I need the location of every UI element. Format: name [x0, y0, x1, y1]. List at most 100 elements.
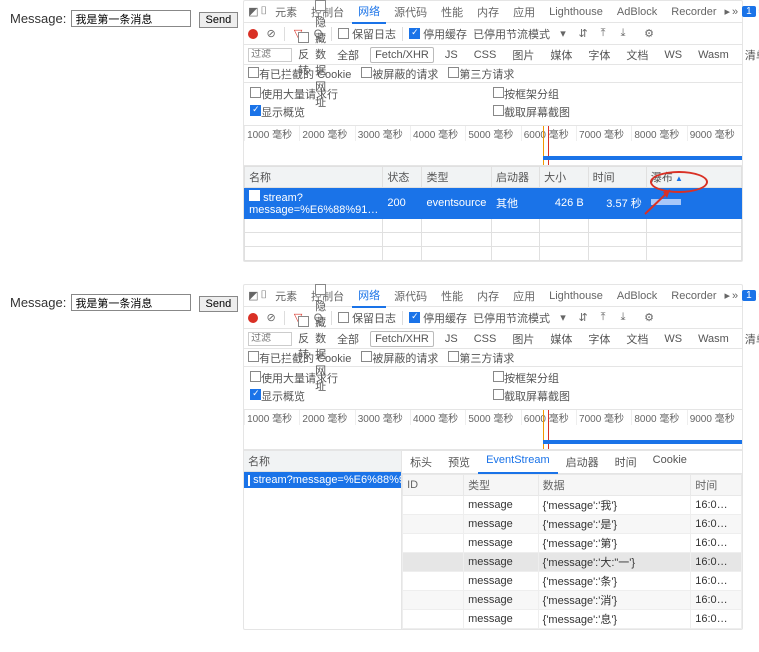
col-initiator[interactable]: 启动器 [492, 167, 540, 188]
filter-wasm[interactable]: Wasm [693, 47, 734, 63]
filter-input[interactable] [248, 332, 292, 346]
filter-doc[interactable]: 文档 [621, 45, 653, 65]
screenshots-checkbox[interactable]: 截取屏幕截图 [493, 104, 570, 120]
tab-recorder[interactable]: Recorder [665, 3, 722, 21]
issues-badge[interactable]: 1 [742, 6, 756, 17]
tab-sources[interactable]: 源代码 [388, 285, 433, 307]
filter-manifest[interactable]: 清单 [740, 329, 759, 349]
tab-lighthouse[interactable]: Lighthouse [543, 3, 609, 21]
blocked-requests-checkbox[interactable]: 被屏蔽的请求 [361, 66, 438, 82]
detail-tab-preview[interactable]: 预览 [440, 451, 478, 473]
send-button[interactable]: Send [199, 296, 239, 312]
message-input[interactable] [71, 294, 191, 311]
show-overview-checkbox[interactable]: 显示概览 [250, 104, 305, 120]
record-icon[interactable] [248, 29, 258, 39]
inspect-icon[interactable]: ◩ [248, 5, 258, 18]
tab-application[interactable]: 应用 [507, 1, 541, 23]
wifi-icon[interactable]: ⇵ [576, 311, 590, 324]
filter-font[interactable]: 字体 [583, 329, 615, 349]
filter-img[interactable]: 图片 [507, 329, 539, 349]
filter-media[interactable]: 媒体 [545, 329, 577, 349]
tab-lighthouse[interactable]: Lighthouse [543, 287, 609, 305]
tab-elements[interactable]: 元素 [269, 1, 303, 23]
clear-icon[interactable]: ⊘ [264, 27, 278, 40]
device-icon[interactable]: ⌷ [260, 5, 267, 18]
col-time[interactable]: 时间 [588, 167, 646, 188]
network-timeline[interactable]: 1000 毫秒 2000 毫秒 3000 毫秒 4000 毫秒 5000 毫秒 … [244, 410, 742, 450]
gear-icon[interactable]: ⚙ [642, 311, 656, 324]
tab-memory[interactable]: 内存 [471, 285, 505, 307]
tab-network[interactable]: 网络 [352, 284, 386, 308]
blocked-cookies-checkbox[interactable]: 有已拦截的 Cookie [248, 350, 351, 366]
download-icon[interactable]: ⤓ [616, 311, 630, 324]
col-size[interactable]: 大小 [540, 167, 589, 188]
filter-font[interactable]: 字体 [583, 45, 615, 65]
tab-memory[interactable]: 内存 [471, 1, 505, 23]
tab-performance[interactable]: 性能 [435, 285, 469, 307]
es-col-id[interactable]: ID [403, 475, 464, 496]
chevron-down-icon[interactable]: ▾ [556, 27, 570, 40]
col-type[interactable]: 类型 [422, 167, 492, 188]
group-by-frame-checkbox[interactable]: 按框架分组 [493, 86, 559, 102]
tab-console[interactable]: 控制台 [305, 285, 350, 307]
eventstream-row[interactable]: message{'message':'我'}16:0… [403, 496, 742, 515]
throttle-dropdown[interactable]: 已停用节流模式 [473, 26, 550, 42]
record-icon[interactable] [248, 313, 258, 323]
blocked-cookies-checkbox[interactable]: 有已拦截的 Cookie [248, 66, 351, 82]
filter-ws[interactable]: WS [659, 331, 687, 347]
filter-wasm[interactable]: Wasm [693, 331, 734, 347]
tab-adblock[interactable]: AdBlock [611, 3, 663, 21]
tab-recorder[interactable]: Recorder [665, 287, 722, 305]
col-name[interactable]: 名称 [244, 451, 401, 472]
col-name[interactable]: 名称 [245, 167, 383, 188]
more-tabs-icon[interactable]: ▸ [725, 289, 731, 302]
tab-console[interactable]: 控制台 [305, 1, 350, 23]
chevron-down-icon[interactable]: ▾ [556, 311, 570, 324]
filter-all[interactable]: 全部 [332, 329, 364, 349]
filter-all[interactable]: 全部 [332, 45, 364, 65]
eventstream-row[interactable]: message{'message':'息'}16:0… [403, 610, 742, 629]
tab-application[interactable]: 应用 [507, 285, 541, 307]
tab-performance[interactable]: 性能 [435, 1, 469, 23]
eventstream-row[interactable]: message{'message':'是'}16:0… [403, 515, 742, 534]
filter-css[interactable]: CSS [469, 47, 502, 63]
wifi-icon[interactable]: ⇵ [576, 27, 590, 40]
es-col-time[interactable]: 时间 [691, 475, 742, 496]
disable-cache-checkbox[interactable]: 停用缓存 [409, 310, 467, 326]
filter-css[interactable]: CSS [469, 331, 502, 347]
detail-tab-eventstream[interactable]: EventStream [478, 451, 558, 474]
filter-manifest[interactable]: 清单 [740, 45, 759, 65]
more-tabs-icon[interactable]: ▸ [725, 5, 731, 18]
detail-tab-cookie[interactable]: Cookie [645, 451, 695, 473]
upload-icon[interactable]: ⤒ [596, 311, 610, 324]
col-status[interactable]: 状态 [383, 167, 422, 188]
overflow-icon[interactable]: » [732, 6, 738, 18]
send-button[interactable]: Send [199, 12, 239, 28]
device-icon[interactable]: ⌷ [260, 289, 267, 302]
eventstream-row[interactable]: message{'message':'大:"一'}16:0… [403, 553, 742, 572]
third-party-checkbox[interactable]: 第三方请求 [448, 66, 514, 82]
tab-elements[interactable]: 元素 [269, 285, 303, 307]
es-col-data[interactable]: 数据 [538, 475, 691, 496]
preserve-log-checkbox[interactable]: 保留日志 [338, 26, 396, 42]
show-overview-checkbox[interactable]: 显示概览 [250, 388, 305, 404]
detail-tab-timing[interactable]: 时间 [607, 451, 645, 473]
filter-input[interactable] [248, 48, 292, 62]
throttle-dropdown[interactable]: 已停用节流模式 [473, 310, 550, 326]
gear-icon[interactable]: ⚙ [642, 27, 656, 40]
inspect-icon[interactable]: ◩ [248, 289, 258, 302]
filter-js[interactable]: JS [440, 331, 463, 347]
col-waterfall[interactable]: 瀑布 [646, 167, 741, 188]
es-col-type[interactable]: 类型 [464, 475, 539, 496]
issues-badge[interactable]: 1 [742, 290, 756, 301]
download-icon[interactable]: ⤓ [616, 27, 630, 40]
eventstream-row[interactable]: message{'message':'消'}16:0… [403, 591, 742, 610]
eventstream-row[interactable]: message{'message':'第'}16:0… [403, 534, 742, 553]
upload-icon[interactable]: ⤒ [596, 27, 610, 40]
blocked-requests-checkbox[interactable]: 被屏蔽的请求 [361, 350, 438, 366]
filter-fetch-xhr[interactable]: Fetch/XHR [370, 331, 434, 347]
detail-tab-headers[interactable]: 标头 [402, 451, 440, 473]
filter-ws[interactable]: WS [659, 47, 687, 63]
large-rows-checkbox[interactable]: 使用大量请求行 [250, 86, 338, 102]
eventstream-row[interactable]: message{'message':'条'}16:0… [403, 572, 742, 591]
